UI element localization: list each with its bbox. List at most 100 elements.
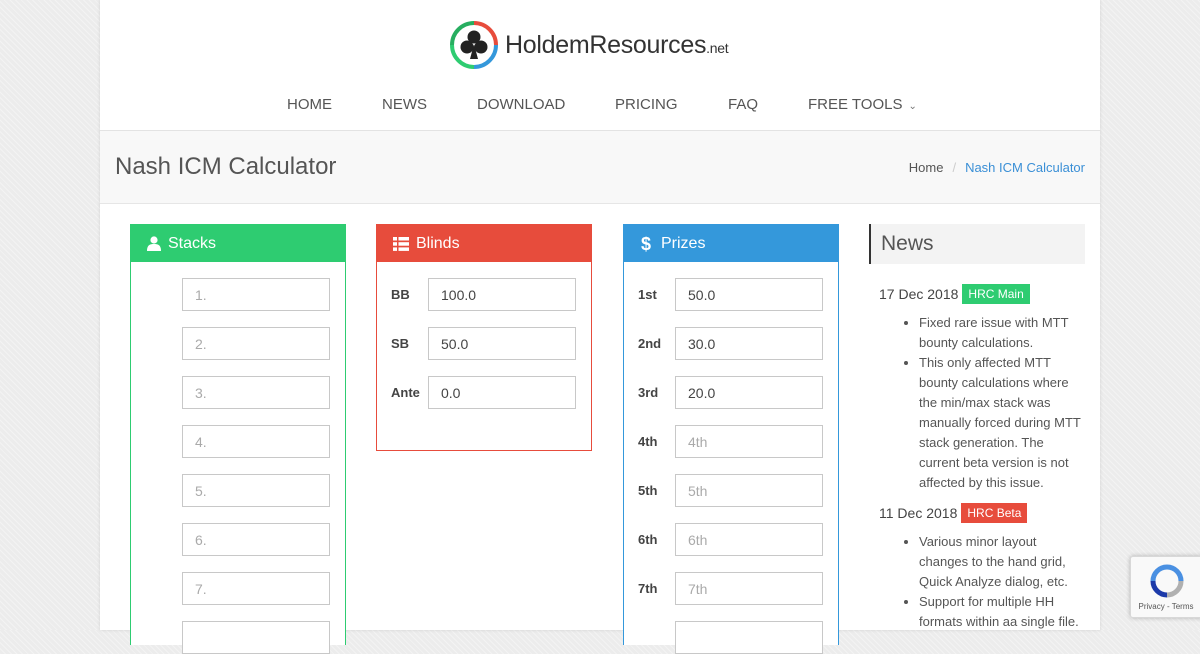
stack-input-4[interactable] — [182, 425, 330, 458]
prize-label-6th: 6th — [638, 532, 658, 547]
stack-input-8[interactable] — [182, 621, 330, 654]
news-sidebar: News 17 Dec 2018 HRC Main Fixed rare iss… — [869, 224, 1085, 632]
stack-row — [131, 278, 345, 311]
prize-label-2nd: 2nd — [638, 336, 662, 351]
bb-input[interactable] — [428, 278, 576, 311]
prize-row: 1st — [624, 278, 838, 311]
stack-row — [131, 327, 345, 360]
stack-row — [131, 474, 345, 507]
site-header: HoldemResources.net HOME NEWS DOWNLOAD P… — [100, 0, 1100, 131]
main-nav: HOME NEWS DOWNLOAD PRICING FAQ FREE TOOL… — [100, 96, 1100, 124]
news-entry-date: 17 Dec 2018 HRC Main — [879, 284, 1085, 304]
prize-label-4th: 4th — [638, 434, 658, 449]
logo-tld: .net — [706, 39, 729, 56]
news-badge-hrc-beta: HRC Beta — [961, 503, 1028, 523]
prize-input-4th[interactable] — [675, 425, 823, 458]
news-badge-hrc-main: HRC Main — [962, 284, 1030, 304]
stack-input-7[interactable] — [182, 572, 330, 605]
news-item: Various minor layout changes to the hand… — [919, 532, 1085, 592]
stack-row — [131, 425, 345, 458]
prize-label-3rd: 3rd — [638, 385, 659, 400]
site-logo[interactable]: HoldemResources.net — [449, 20, 729, 70]
stack-input-6[interactable] — [182, 523, 330, 556]
svg-text:$: $ — [641, 235, 651, 253]
blind-row-ante: Ante — [377, 376, 591, 409]
prize-input-5th[interactable] — [675, 474, 823, 507]
stacks-panel-heading: Stacks — [131, 225, 345, 262]
prize-row — [624, 621, 838, 654]
stacks-panel-title: Stacks — [168, 234, 217, 252]
logo-wordmark: HoldemResources.net — [505, 30, 729, 60]
sb-input[interactable] — [428, 327, 576, 360]
prizes-panel-heading: $ Prizes — [624, 225, 838, 262]
news-item: Fixed rare issue with MTT bounty calcula… — [919, 313, 1085, 353]
breadcrumb-separator: / — [952, 160, 957, 175]
stack-input-1[interactable] — [182, 278, 330, 311]
user-icon — [147, 236, 161, 251]
prize-row: 6th — [624, 523, 838, 556]
prize-label-7th: 7th — [638, 581, 658, 596]
sb-label: SB — [391, 336, 410, 351]
stack-row — [131, 376, 345, 409]
recaptcha-icon — [1150, 564, 1184, 598]
dollar-icon: $ — [641, 235, 651, 253]
nav-home[interactable]: HOME — [287, 96, 332, 113]
stack-input-3[interactable] — [182, 376, 330, 409]
chevron-down-icon: ⌄ — [908, 101, 917, 112]
prize-row: 7th — [624, 572, 838, 605]
blind-row-sb: SB — [377, 327, 591, 360]
news-date-text: 17 Dec 2018 — [879, 286, 959, 302]
blinds-panel-title: Blinds — [416, 234, 460, 252]
breadcrumb-home[interactable]: Home — [909, 160, 944, 175]
breadcrumb-current[interactable]: Nash ICM Calculator — [965, 160, 1085, 175]
prize-row: 2nd — [624, 327, 838, 360]
blinds-panel: Blinds BB SB Ante — [376, 224, 592, 451]
prizes-panel-title: Prizes — [661, 234, 706, 252]
stack-row — [131, 523, 345, 556]
prize-row: 5th — [624, 474, 838, 507]
nav-news[interactable]: NEWS — [382, 96, 427, 113]
prize-input-3rd[interactable] — [675, 376, 823, 409]
blind-row-bb: BB — [377, 278, 591, 311]
prizes-panel: $ Prizes 1st 2nd 3rd 4th 5th 6th 7th — [623, 224, 839, 654]
recaptcha-links[interactable]: Privacy - Terms — [1131, 602, 1200, 611]
prize-row: 4th — [624, 425, 838, 458]
news-item-list: Various minor layout changes to the hand… — [869, 532, 1085, 632]
logo-name: HoldemResources — [505, 30, 707, 59]
prize-label-1st: 1st — [638, 287, 657, 302]
blinds-panel-heading: Blinds — [377, 225, 591, 262]
stack-input-2[interactable] — [182, 327, 330, 360]
prize-input-8th[interactable] — [675, 621, 823, 654]
stack-row — [131, 621, 345, 654]
nav-pricing[interactable]: PRICING — [615, 96, 678, 113]
prize-input-7th[interactable] — [675, 572, 823, 605]
prize-label-5th: 5th — [638, 483, 658, 498]
club-logo-icon — [450, 21, 498, 69]
breadcrumb: Home / Nash ICM Calculator — [909, 160, 1085, 175]
page-title: Nash ICM Calculator — [115, 153, 337, 180]
news-date-text: 11 Dec 2018 — [879, 505, 958, 521]
nav-free-tools-label: FREE TOOLS — [808, 96, 903, 113]
page-title-bar: Nash ICM Calculator Home / Nash ICM Calcul… — [100, 131, 1100, 204]
news-item: Support for multiple HH formats within a… — [919, 592, 1085, 632]
list-icon — [393, 236, 409, 251]
stack-row — [131, 572, 345, 605]
nav-download[interactable]: DOWNLOAD — [477, 96, 565, 113]
prize-row: 3rd — [624, 376, 838, 409]
stacks-panel: Stacks — [130, 224, 346, 654]
news-entry-date: 11 Dec 2018 HRC Beta — [879, 503, 1085, 523]
bb-label: BB — [391, 287, 410, 302]
news-item: This only affected MTT bounty calculatio… — [919, 353, 1085, 493]
news-heading: News — [869, 224, 1085, 264]
stack-input-5[interactable] — [182, 474, 330, 507]
page-container: HoldemResources.net HOME NEWS DOWNLOAD P… — [100, 0, 1100, 654]
ante-input[interactable] — [428, 376, 576, 409]
nav-faq[interactable]: FAQ — [728, 96, 758, 113]
recaptcha-badge[interactable]: Privacy - Terms — [1130, 556, 1200, 618]
ante-label: Ante — [391, 385, 420, 400]
nav-free-tools[interactable]: FREE TOOLS ⌄ — [808, 96, 917, 113]
prize-input-2nd[interactable] — [675, 327, 823, 360]
prize-input-1st[interactable] — [675, 278, 823, 311]
news-item-list: Fixed rare issue with MTT bounty calcula… — [869, 313, 1085, 493]
prize-input-6th[interactable] — [675, 523, 823, 556]
